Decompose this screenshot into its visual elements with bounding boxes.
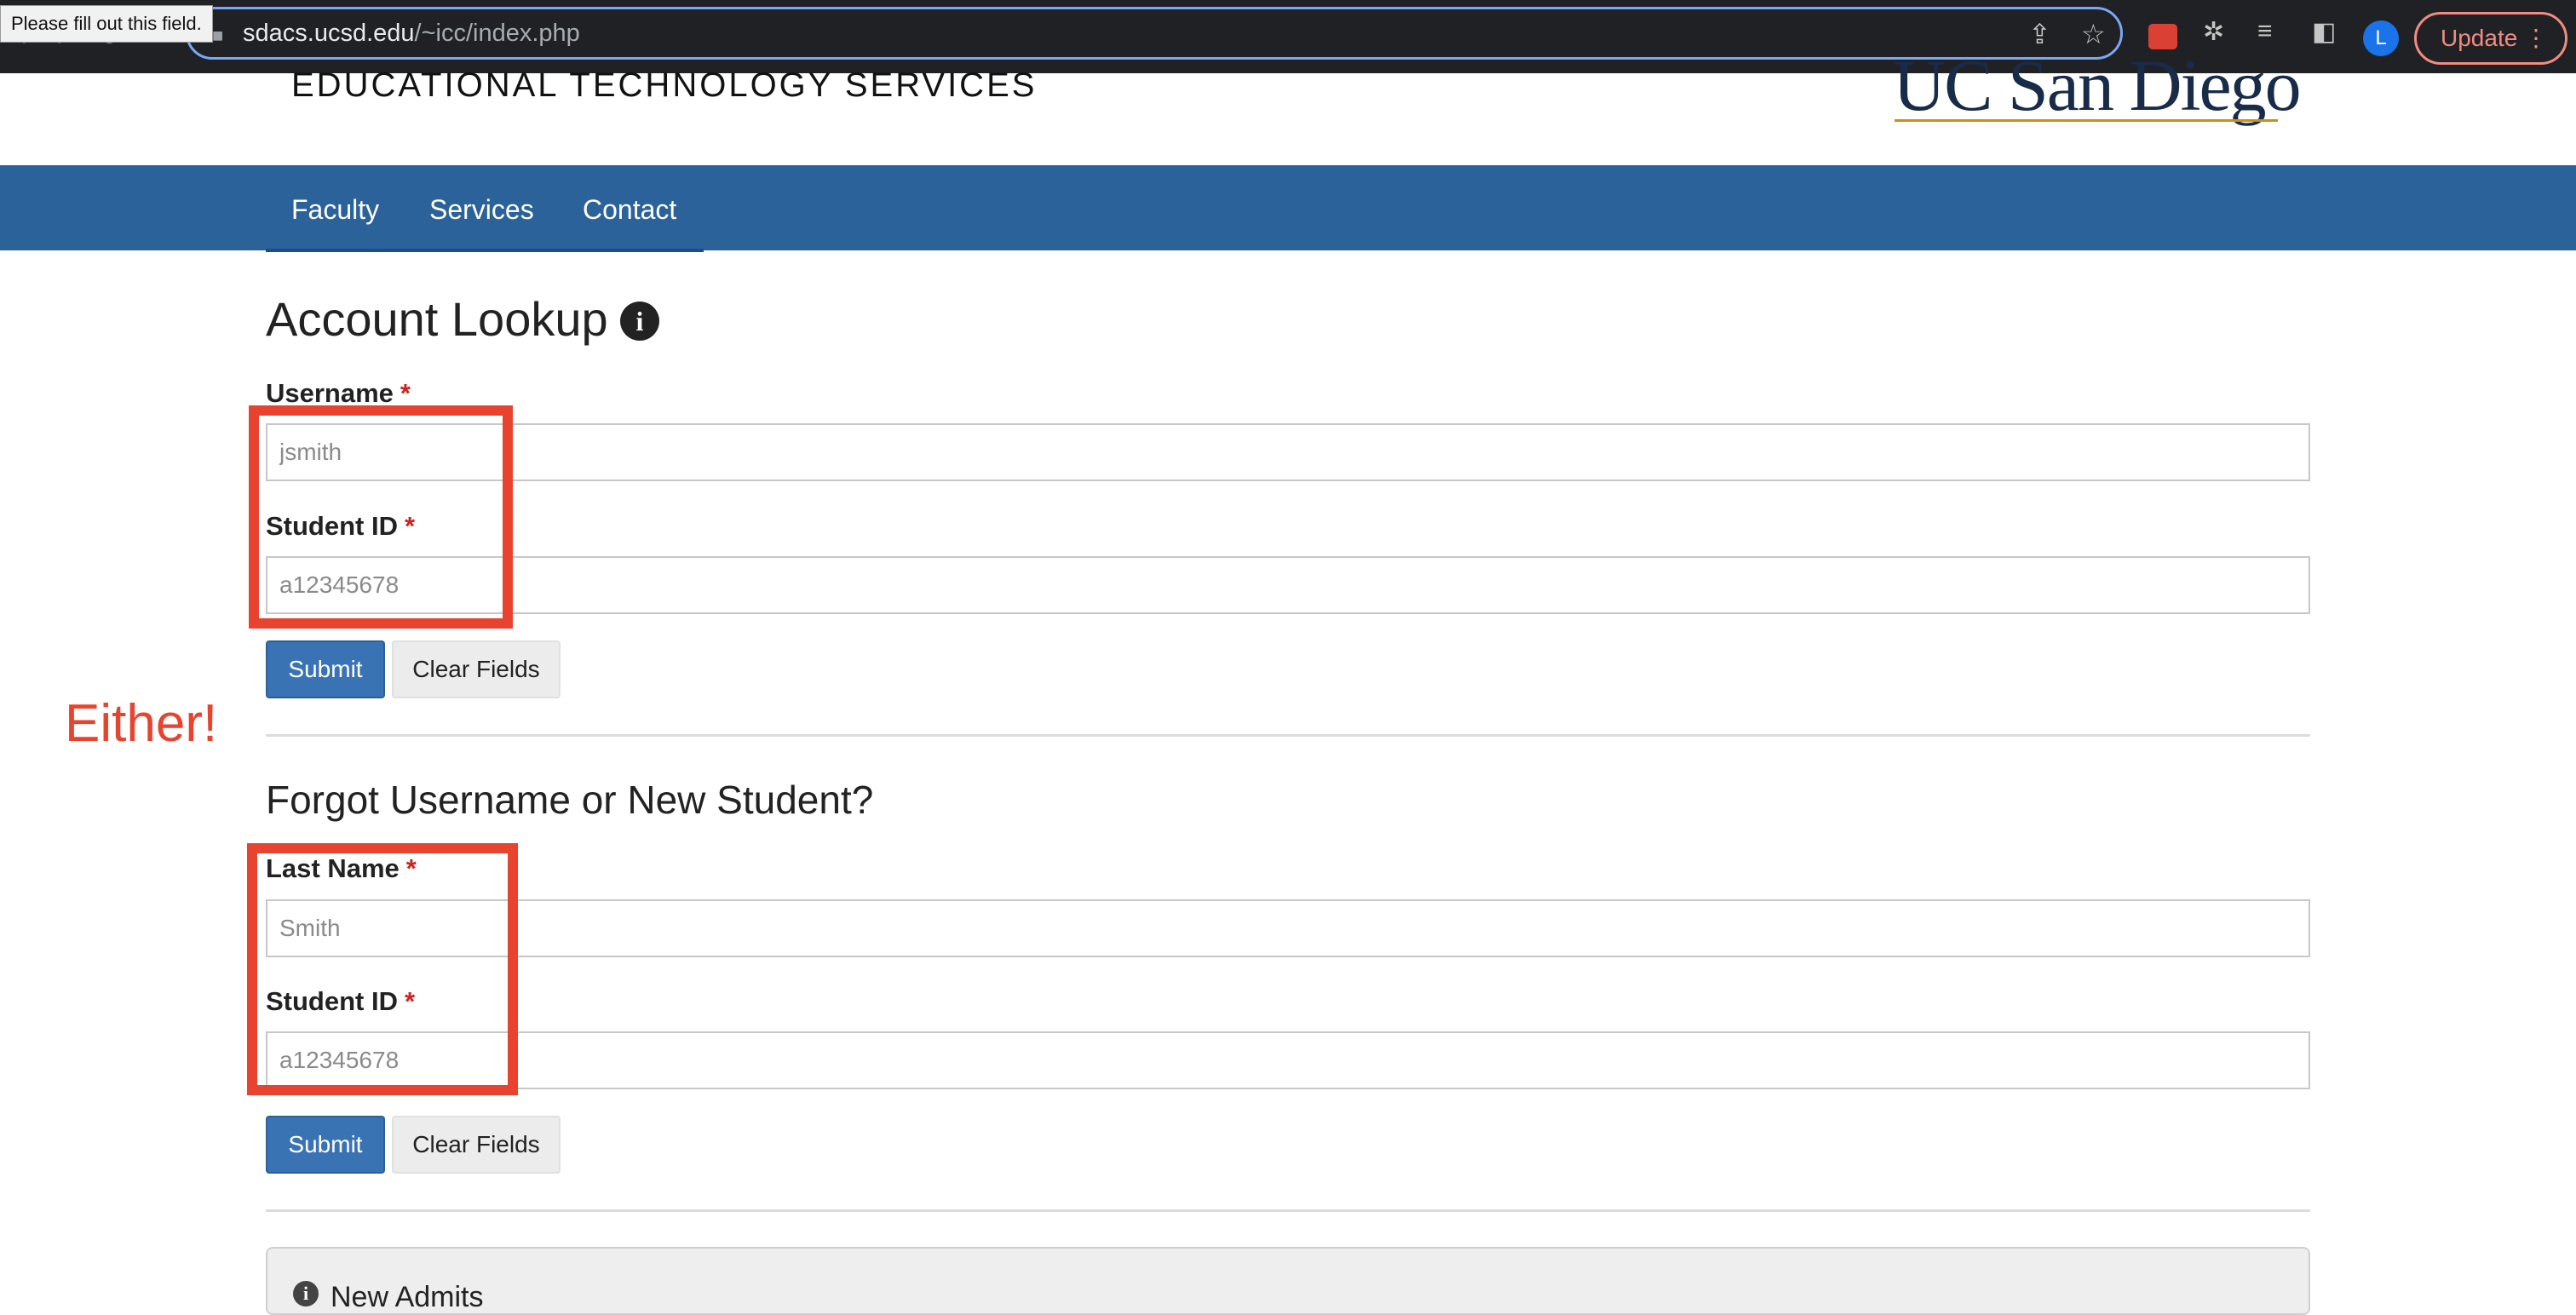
info-icon[interactable]: i <box>620 301 659 341</box>
extensions-icon[interactable]: ✲ <box>2203 17 2224 47</box>
nav-item-services[interactable]: Services <box>429 194 534 226</box>
update-button[interactable]: Update ⋮ <box>2414 12 2567 65</box>
main-nav: Faculty Services Contact <box>0 165 2576 250</box>
info-icon: i <box>293 1281 319 1306</box>
address-bar[interactable]: ■ sdacs.ucsd.edu/~icc/index.php ⇪ ☆ <box>186 7 2123 60</box>
lock-icon[interactable]: ■ <box>212 25 223 47</box>
url-text[interactable]: sdacs.ucsd.edu/~icc/index.php <box>243 20 580 48</box>
last-name-input[interactable] <box>266 899 2310 957</box>
side-panel-icon[interactable]: ◧ <box>2312 17 2336 47</box>
section-divider-2 <box>266 1209 2310 1212</box>
nav-item-faculty[interactable]: Faculty <box>291 194 379 226</box>
clear-fields-button[interactable]: Clear Fields <box>392 640 561 698</box>
required-marker: * <box>400 378 411 408</box>
student-id-input[interactable] <box>266 556 2310 614</box>
menu-icon[interactable]: ⋮ <box>2524 14 2548 62</box>
logo-underline <box>1895 119 2278 122</box>
nav-active-underline <box>266 249 704 252</box>
submit-button[interactable]: Submit <box>266 640 385 698</box>
username-label: Username * <box>266 378 411 408</box>
validation-tooltip: Please fill out this field. <box>0 5 213 43</box>
either-annotation: Either! <box>65 694 218 753</box>
url-host: sdacs.ucsd.edu <box>243 20 415 47</box>
submit-button-2[interactable]: Submit <box>266 1116 385 1174</box>
annotation-box-username-studentid <box>249 405 513 629</box>
reading-list-icon[interactable]: ≡ <box>2257 17 2273 46</box>
annotation-box-lastname-studentid <box>247 843 518 1095</box>
account-lookup-heading: Account Lookup <box>266 292 608 346</box>
nav-item-contact[interactable]: Contact <box>583 194 676 226</box>
section-divider <box>266 734 2310 737</box>
new-admits-panel: i New Admits <box>266 1247 2310 1315</box>
site-title: EDUCATIONAL TECHNOLOGY SERVICES <box>291 66 1038 104</box>
username-input[interactable] <box>266 423 2310 481</box>
clear-fields-button-2[interactable]: Clear Fields <box>392 1116 561 1174</box>
ucsd-logo[interactable]: UC San Diego <box>1893 49 2302 122</box>
forgot-username-heading: Forgot Username or New Student? <box>266 778 874 822</box>
student-id-input-2[interactable] <box>266 1031 2310 1089</box>
profile-avatar[interactable]: L <box>2363 20 2399 56</box>
update-label: Update <box>2441 25 2518 51</box>
url-path: /~icc/index.php <box>414 20 580 47</box>
